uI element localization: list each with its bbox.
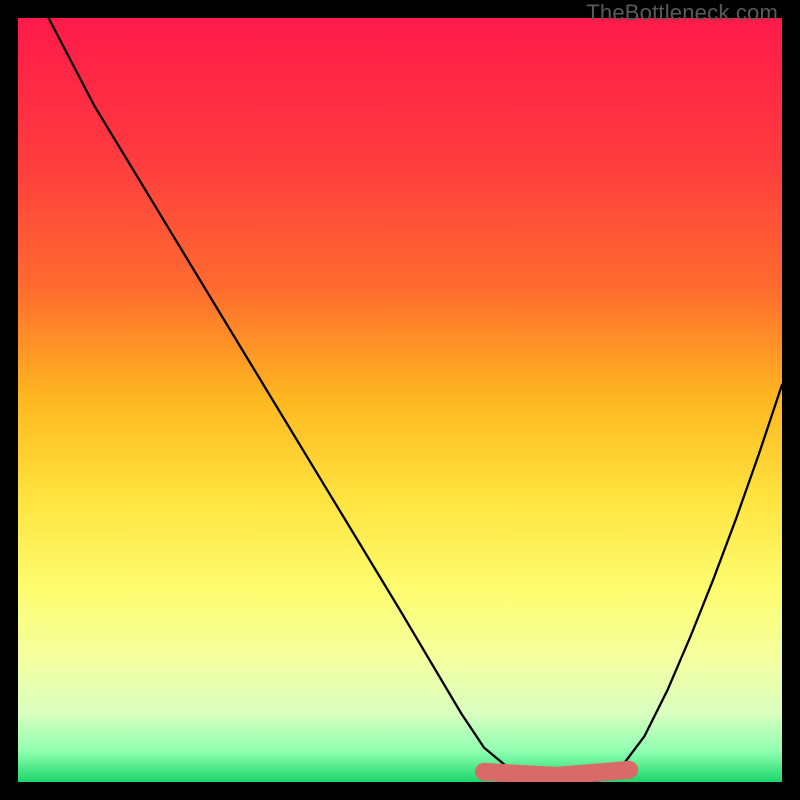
chart-container: TheBottleneck.com — [0, 0, 800, 800]
plot-area — [18, 18, 782, 782]
bottleneck-curve — [18, 18, 782, 782]
watermark-text: TheBottleneck.com — [586, 0, 778, 26]
